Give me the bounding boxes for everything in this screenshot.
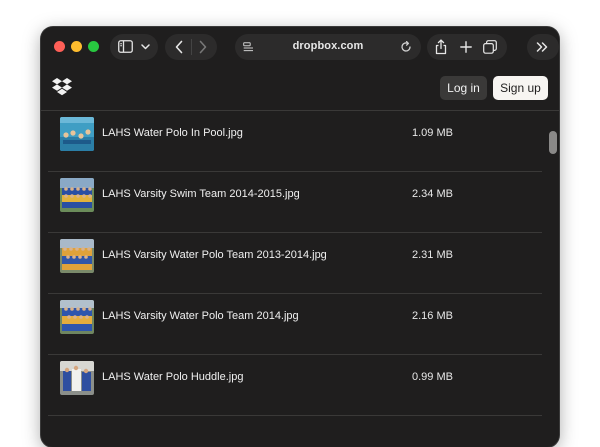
file-thumbnail	[60, 239, 94, 273]
file-name: LAHS Varsity Swim Team 2014-2015.jpg	[102, 188, 300, 200]
file-thumbnail	[60, 361, 94, 395]
file-name: LAHS Varsity Water Polo Team 2013-2014.j…	[102, 249, 327, 261]
file-name: LAHS Water Polo In Pool.jpg	[102, 127, 243, 139]
sidebar-icon[interactable]	[118, 40, 133, 53]
double-chevron-icon	[536, 42, 548, 52]
file-size: 2.31 MB	[412, 249, 453, 261]
more-tools-button[interactable]	[527, 34, 559, 60]
file-size: 2.34 MB	[412, 188, 453, 200]
forward-icon[interactable]	[199, 40, 207, 54]
zoom-window-button[interactable]	[88, 41, 99, 52]
browser-toolbar: dropbox.com	[41, 27, 559, 67]
browser-window: dropbox.com Log in Sign up LAHS Water Po…	[41, 27, 559, 447]
close-window-button[interactable]	[54, 41, 65, 52]
file-size: 2.16 MB	[412, 310, 453, 322]
login-button[interactable]: Log in	[440, 76, 487, 100]
file-thumbnail	[60, 117, 94, 151]
file-list: LAHS Water Polo In Pool.jpg 1.09 MB LAHS…	[48, 111, 542, 447]
file-size: 1.09 MB	[412, 127, 453, 139]
site-header: Log in Sign up	[41, 67, 559, 111]
file-row[interactable]: LAHS Water Polo In Pool.jpg 1.09 MB	[48, 111, 542, 172]
minimize-window-button[interactable]	[71, 41, 82, 52]
nav-divider	[191, 39, 192, 55]
address-text: dropbox.com	[292, 40, 364, 52]
sidebar-toggle-group	[110, 34, 158, 60]
file-name: LAHS Varsity Water Polo Team 2014.jpg	[102, 310, 299, 322]
file-name: LAHS Water Polo Huddle.jpg	[102, 371, 244, 383]
file-row[interactable]: LAHS Varsity Water Polo Team 2013-2014.j…	[48, 233, 542, 294]
file-row[interactable]: LAHS Varsity Water Polo Team 2014.jpg 2.…	[48, 294, 542, 355]
back-icon[interactable]	[175, 40, 183, 54]
file-thumbnail	[60, 178, 94, 212]
toolbar-actions-group	[427, 34, 507, 60]
scrollbar[interactable]	[549, 131, 557, 154]
reload-icon[interactable]	[400, 41, 412, 53]
file-row[interactable]: LAHS Water Polo Huddle.jpg 0.99 MB	[48, 355, 542, 416]
signup-button[interactable]: Sign up	[493, 76, 548, 100]
file-size: 0.99 MB	[412, 371, 453, 383]
address-bar[interactable]: dropbox.com	[235, 34, 421, 60]
file-row[interactable]: LAHS Varsity Swim Team 2014-2015.jpg 2.3…	[48, 172, 542, 233]
navigation-group	[165, 34, 217, 60]
tabs-overview-icon[interactable]	[483, 40, 497, 54]
share-icon[interactable]	[435, 39, 447, 55]
dropbox-logo-icon[interactable]	[52, 78, 72, 96]
plus-icon[interactable]	[460, 41, 472, 53]
chevron-down-icon[interactable]	[141, 44, 150, 50]
file-thumbnail	[60, 300, 94, 334]
